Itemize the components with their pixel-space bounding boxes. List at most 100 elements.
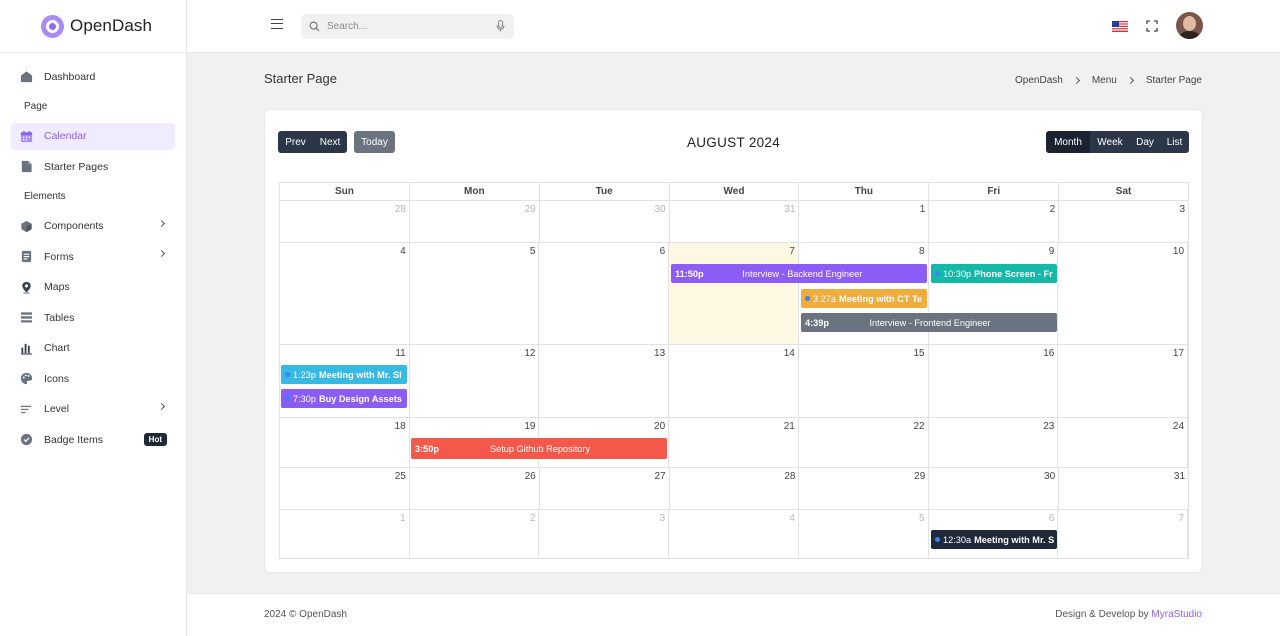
view-week-button[interactable]: Week [1090,131,1130,153]
dow-sat: Sat [1115,186,1132,197]
calendar-day[interactable]: 2 [410,510,540,558]
day-number: 6 [1048,513,1055,524]
brand-name: OpenDash [70,16,153,35]
calendar-event[interactable]: 11:50p Interview - Backend Engineer [671,264,927,283]
calendar-event[interactable]: 3:27a Meeting with CT Te [801,289,927,308]
day-number: 2 [529,513,536,524]
sidebar-item-maps[interactable]: Maps [11,274,175,301]
sidebar-item-label: Maps [44,281,70,293]
day-number: 5 [919,513,925,524]
user-avatar[interactable] [1176,12,1203,39]
calendar-day[interactable]: 6 [539,243,670,344]
calendar-event[interactable]: 12:30a Meeting with Mr. S [931,530,1057,549]
calendar-day[interactable]: 18 [280,418,410,467]
calendar-day[interactable]: 22 [799,418,929,467]
calendar-day[interactable]: 29 [799,468,930,509]
calendar-day[interactable]: 7 [1058,510,1189,558]
calendar-day[interactable]: 16 [929,345,1059,417]
breadcrumb: OpenDash Menu Starter Page [1015,75,1202,86]
calendar-event[interactable]: 1:23p Meeting with Mr. Sl [281,365,407,384]
dow-mon: Mon [410,183,540,200]
sidebar-item-components[interactable]: Components [11,213,175,240]
calendar-day[interactable]: 2 [929,201,1060,242]
event-title: Meeting with CT Te [839,293,923,304]
day-number: 29 [524,204,536,215]
view-month-button[interactable]: Month [1046,131,1090,153]
calendar-day[interactable]: 5 [410,243,540,344]
calendar-day[interactable]: 26 [410,468,540,509]
sidebar-item-tables[interactable]: Tables [11,304,175,331]
day-number: 1 [919,204,926,215]
calendar-day[interactable]: 31 [1059,468,1188,509]
hamburger-menu-icon[interactable] [271,19,283,29]
day-number: 11 [395,348,406,359]
calendar-event[interactable]: 10:30p Phone Screen - Fr [931,264,1057,283]
view-day-button[interactable]: Day [1130,131,1160,153]
calendar-day[interactable]: 14 [669,345,799,417]
sidebar-item-level[interactable]: Level [11,396,175,423]
day-number: 29 [914,471,926,482]
calendar-day[interactable]: 4 [280,243,410,344]
calendar-day[interactable]: 5 [799,510,929,558]
footer: 2024 © OpenDash Design & Develop by Myra… [187,593,1280,636]
calendar-day[interactable]: 1 [799,201,930,242]
sidebar-item-starter-pages[interactable]: Starter Pages [11,153,175,180]
sidebar-item-forms[interactable]: Forms [11,243,175,270]
calendar-day[interactable]: 24 [1058,418,1189,467]
footer-credit-prefix: Design & Develop by [1055,609,1149,620]
calendar-day[interactable]: 10 [1058,243,1189,344]
breadcrumb-item[interactable]: Menu [1092,75,1117,86]
day-number: 10 [1172,246,1185,257]
calendar-day[interactable]: 3 [539,510,670,558]
sidebar-item-calendar[interactable]: Calendar [11,122,175,150]
calendar-day[interactable]: 31 [670,201,800,242]
calendar-day[interactable]: 4 [669,510,799,558]
calendar-day[interactable]: 30 [540,201,670,242]
calendar-day[interactable]: 3 [1059,201,1188,242]
calendar-day[interactable]: 29 [410,201,540,242]
calendar-day[interactable]: 28 [670,468,800,509]
calendar-day[interactable]: 27 [540,468,670,509]
sidebar-nav: Dashboard Page Calendar Starter Pages El… [0,53,186,453]
day-number: 25 [394,471,406,482]
calendar-day-today[interactable]: 7 [669,243,799,344]
sidebar-item-icons[interactable]: Icons [11,365,175,392]
calendar-event[interactable]: 7:30p Buy Design Assets [281,389,407,408]
calendar-day[interactable]: 15 [799,345,929,417]
day-of-week-header: Sun Mon Tue Wed Thu Fri Sat [280,183,1188,201]
day-number: 16 [1043,348,1055,359]
breadcrumb-item[interactable]: OpenDash [1015,75,1063,86]
calendar-event[interactable]: 4:39p Interview - Frontend Engineer [801,313,1057,332]
microphone-icon[interactable] [496,19,505,35]
search-icon [309,21,320,32]
calendar-day[interactable]: 17 [1058,345,1189,417]
event-time: 11:50p [675,268,704,279]
breadcrumb-item: Starter Page [1145,75,1202,86]
calendar-day[interactable]: 21 [669,418,799,467]
sidebar-item-label: Starter Pages [44,160,109,173]
calendar-day[interactable]: 1 [280,510,410,558]
day-number: 3 [659,513,666,524]
sidebar-item-badge-items[interactable]: Badge Items Hot [11,426,175,453]
calendar-day[interactable]: 12 [410,345,540,417]
day-number: 19 [524,421,536,432]
view-list-button[interactable]: List [1160,131,1189,153]
us-flag-icon[interactable] [1112,21,1128,32]
brand[interactable]: OpenDash [0,0,186,53]
calendar-day[interactable]: 30 [929,468,1060,509]
sidebar-item-label: Components [44,220,104,232]
calendar-day[interactable]: 23 [929,418,1059,467]
calendar-icon [19,129,33,143]
sidebar-item-chart[interactable]: Chart [11,335,175,362]
day-number: 18 [394,421,406,432]
search-input[interactable] [327,21,487,32]
day-number: 28 [784,471,796,482]
footer-credit-link[interactable]: MyraStudio [1151,609,1202,620]
calendar-event[interactable]: 3:50p Setup Github Repository [411,438,667,459]
sidebar-item-dashboard[interactable]: Dashboard [11,63,175,90]
calendar-day[interactable]: 13 [539,345,670,417]
fullscreen-icon[interactable] [1146,20,1158,32]
day-number: 27 [654,471,666,482]
calendar-day[interactable]: 25 [280,468,410,509]
calendar-day[interactable]: 28 [280,201,410,242]
